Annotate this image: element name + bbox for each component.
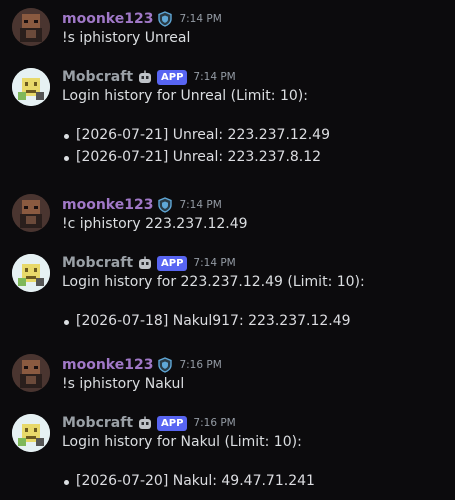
message-header: Mobcraft APP 7:16 PM [62, 412, 236, 434]
bot-icon [137, 69, 153, 85]
user-avatar[interactable] [12, 354, 50, 392]
message-header: Mobcraft APP 7:14 PM [62, 252, 236, 274]
bot-avatar[interactable] [12, 68, 50, 106]
history-list: [2026-07-21] Unreal: 223.237.12.49 [2026… [62, 124, 330, 168]
list-item: [2026-07-20] Nakul: 49.47.71.241 [62, 470, 315, 492]
message-content: Login history for Unreal (Limit: 10): [62, 88, 308, 104]
author-name[interactable]: moonke123 [62, 357, 153, 373]
message-header: moonke123 7:14 PM [62, 194, 222, 216]
bot-icon [137, 255, 153, 271]
timestamp: 7:14 PM [179, 199, 222, 211]
timestamp: 7:14 PM [179, 13, 222, 25]
shield-icon [157, 11, 173, 27]
history-list: [2026-07-20] Nakul: 49.47.71.241 [62, 470, 315, 492]
app-badge: APP [157, 255, 188, 271]
message-1: moonke123 7:14 PM !s iphistory Unreal [0, 4, 455, 48]
message-content: !s iphistory Nakul [62, 376, 185, 392]
message-2: Mobcraft APP 7:14 PM Login history for U… [0, 62, 455, 182]
message-content: Login history for Nakul (Limit: 10): [62, 434, 302, 450]
app-badge: APP [157, 415, 188, 431]
message-header: moonke123 7:16 PM [62, 354, 222, 376]
shield-icon [157, 357, 173, 373]
app-badge: APP [157, 69, 188, 85]
author-name[interactable]: moonke123 [62, 197, 153, 213]
message-content: !s iphistory Unreal [62, 30, 191, 46]
timestamp: 7:14 PM [193, 71, 236, 83]
list-item: [2026-07-18] Nakul917: 223.237.12.49 [62, 310, 351, 332]
message-4: Mobcraft APP 7:14 PM Login history for 2… [0, 248, 455, 344]
author-name[interactable]: Mobcraft [62, 69, 133, 85]
list-item: [2026-07-21] Unreal: 223.237.12.49 [62, 124, 330, 146]
timestamp: 7:16 PM [179, 359, 222, 371]
author-name[interactable]: moonke123 [62, 11, 153, 27]
timestamp: 7:14 PM [193, 257, 236, 269]
author-name[interactable]: Mobcraft [62, 255, 133, 271]
bot-avatar[interactable] [12, 414, 50, 452]
message-header: moonke123 7:14 PM [62, 8, 222, 30]
message-3: moonke123 7:14 PM !c iphistory 223.237.1… [0, 190, 455, 234]
bot-icon [137, 415, 153, 431]
author-name[interactable]: Mobcraft [62, 415, 133, 431]
message-content: Login history for 223.237.12.49 (Limit: … [62, 274, 365, 290]
shield-icon [157, 197, 173, 213]
message-header: Mobcraft APP 7:14 PM [62, 66, 236, 88]
user-avatar[interactable] [12, 8, 50, 46]
message-content: !c iphistory 223.237.12.49 [62, 216, 248, 232]
bot-avatar[interactable] [12, 254, 50, 292]
history-list: [2026-07-18] Nakul917: 223.237.12.49 [62, 310, 351, 332]
user-avatar[interactable] [12, 194, 50, 232]
list-item: [2026-07-21] Unreal: 223.237.8.12 [62, 146, 330, 168]
message-5: moonke123 7:16 PM !s iphistory Nakul [0, 350, 455, 394]
message-6: Mobcraft APP 7:16 PM Login history for N… [0, 408, 455, 500]
timestamp: 7:16 PM [193, 417, 236, 429]
